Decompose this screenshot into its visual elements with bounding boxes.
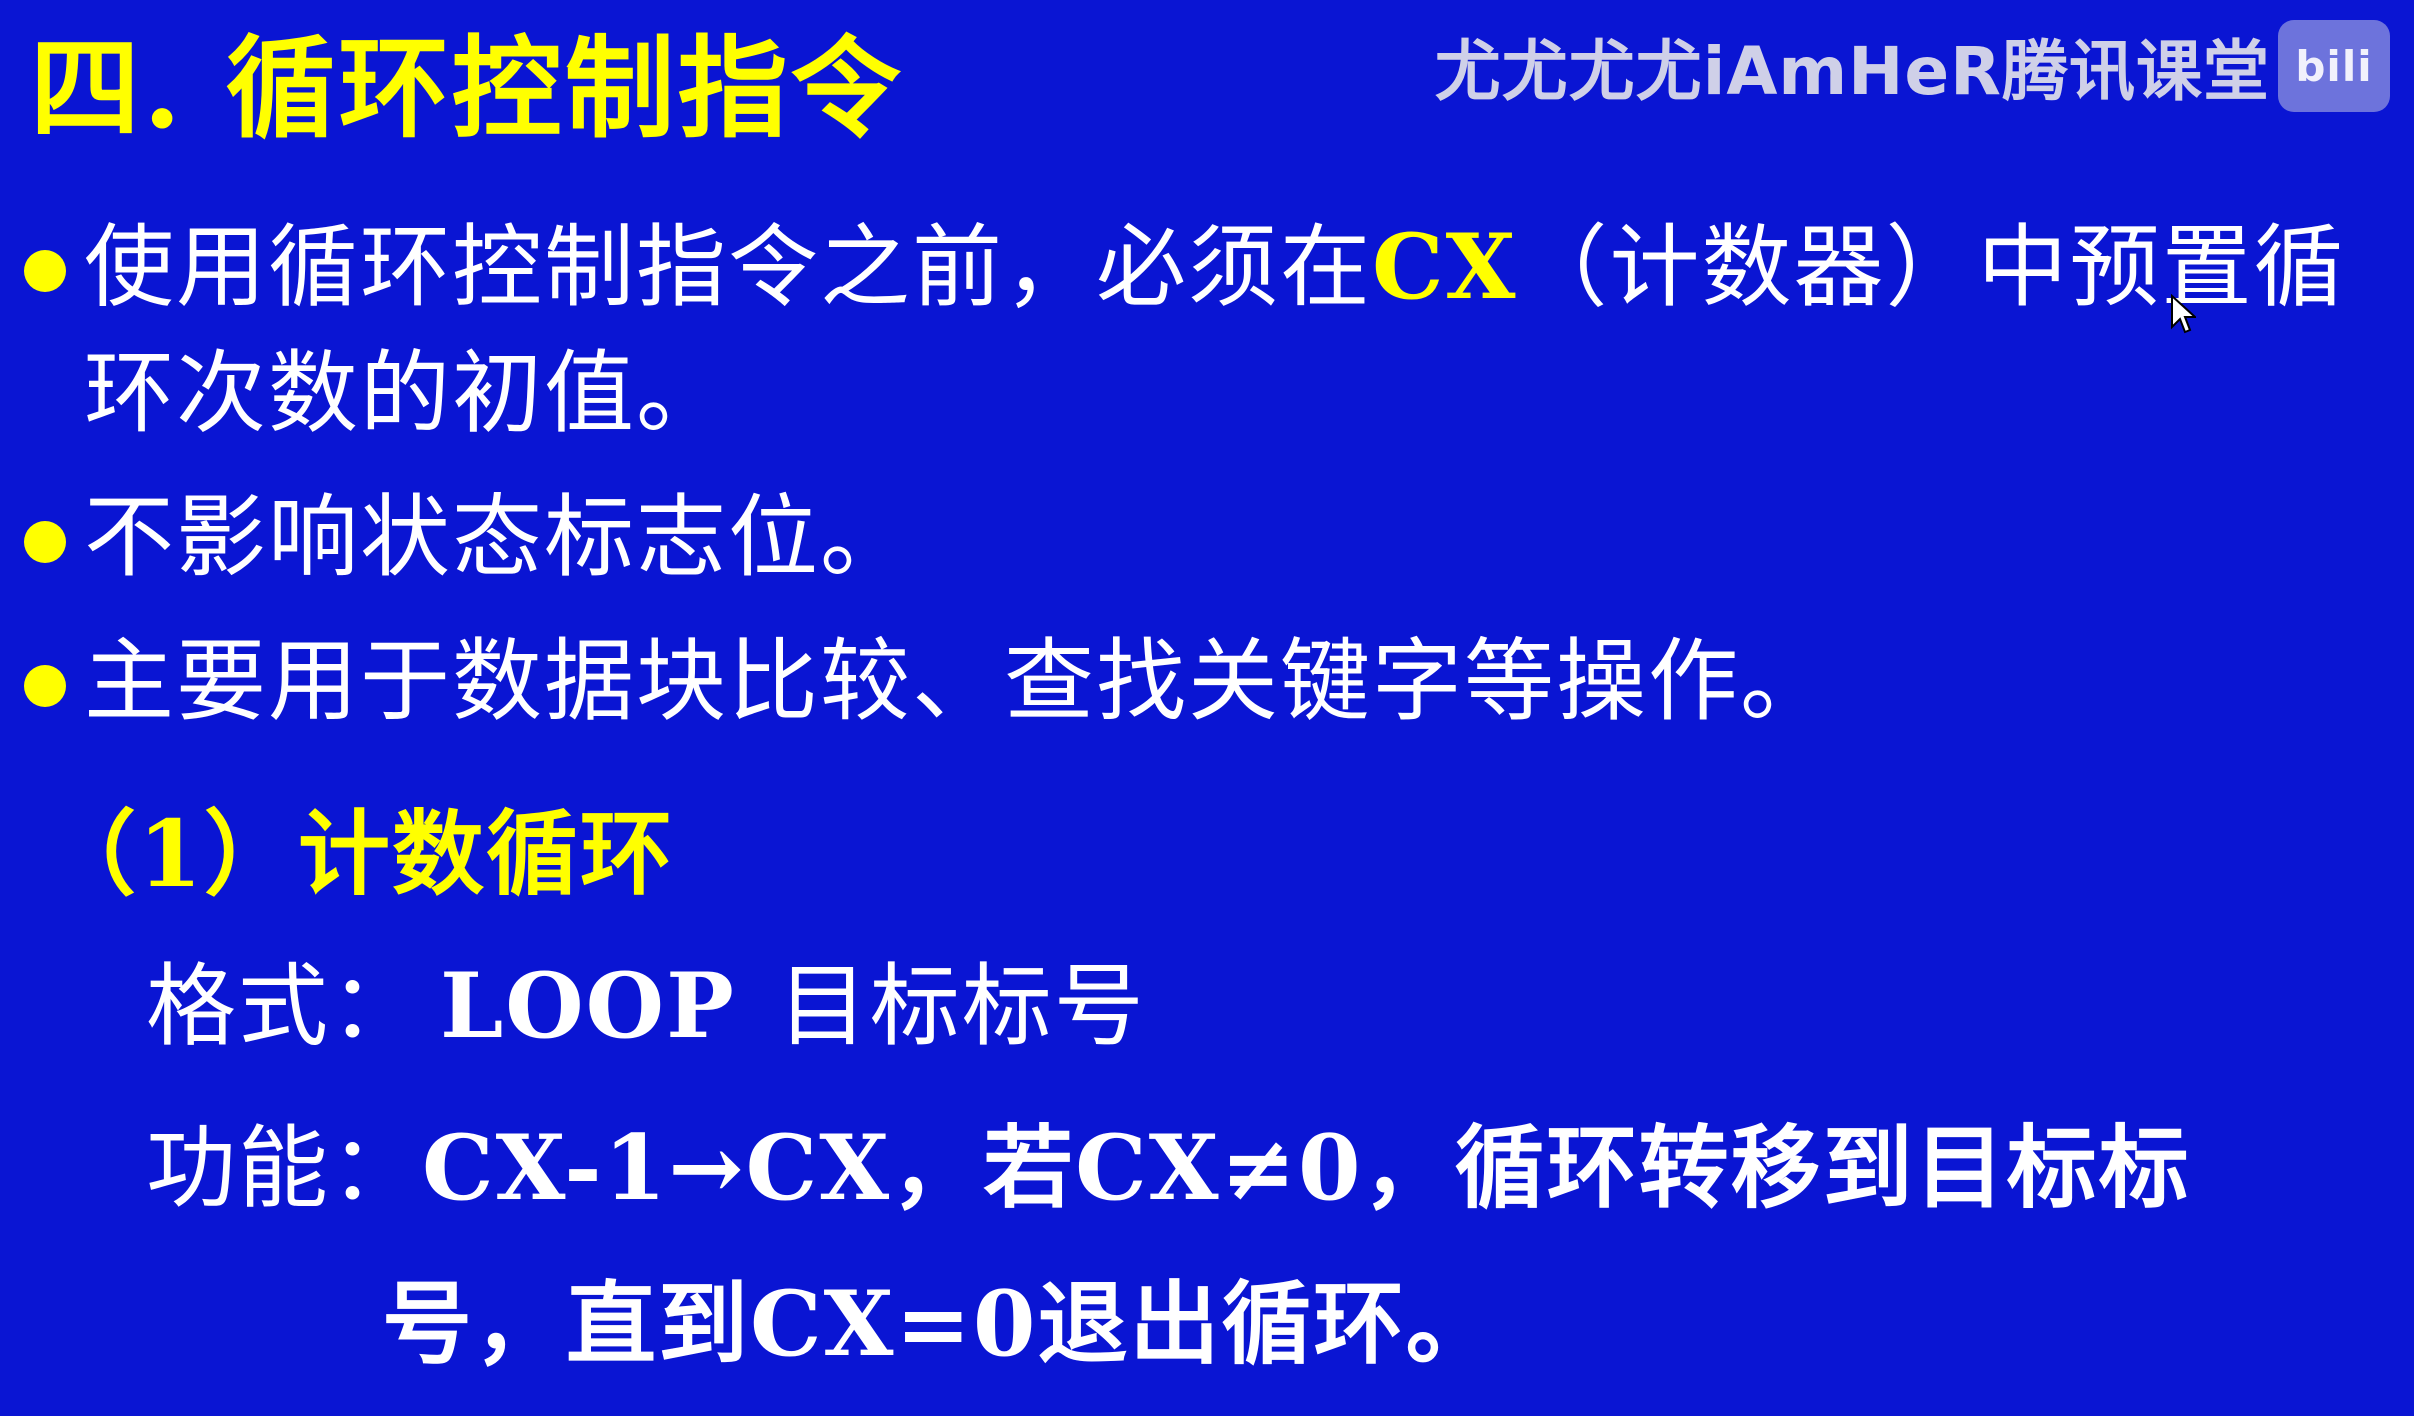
- format-line: 格式： LOOP 目标标号: [146, 952, 1146, 1061]
- bullet-dot-icon: [24, 250, 66, 292]
- slide-title: 四. 循环控制指令: [30, 24, 904, 153]
- bullet-item-3: 主要用于数据块比较、查找关键字等操作。: [24, 619, 2394, 745]
- format-label: 格式：: [146, 954, 422, 1059]
- function-line-2: 号，直到CX=0退出循环。: [382, 1271, 1498, 1377]
- bullet-1-cx: CX: [1372, 214, 1518, 320]
- bullet-item-1: 使用循环控制指令之前，必须在CX（计数器）中预置循环次数的初值。: [24, 204, 2394, 457]
- mouse-pointer-icon: [2171, 294, 2196, 334]
- bullet-list: 使用循环控制指令之前，必须在CX（计数器）中预置循环次数的初值。 不影响状态标志…: [24, 204, 2394, 763]
- format-operand: 目标标号: [777, 954, 1146, 1059]
- bullet-text-1: 使用循环控制指令之前，必须在CX（计数器）中预置循环次数的初值。: [84, 204, 2394, 457]
- bullet-item-2: 不影响状态标志位。: [24, 475, 2394, 601]
- function-continuation: 号，直到CX=0退出循环。: [382, 1270, 1498, 1379]
- function-label: 功能：: [146, 1116, 422, 1221]
- watermark: 尤尤尤尤iAmHeR腾讯课堂 bili: [1435, 18, 2390, 114]
- bilibili-logo-icon: bili: [2278, 20, 2390, 112]
- function-line-1: CX-1→CX，若CX≠0，循环转移到目标标: [422, 1115, 2191, 1221]
- bullet-1-prefix: 使用循环控制指令之前，必须在: [84, 215, 1372, 320]
- bullet-text-3: 主要用于数据块比较、查找关键字等操作。: [84, 629, 1832, 734]
- format-instruction: LOOP: [440, 953, 736, 1059]
- section-heading: （1）计数循环: [44, 800, 675, 908]
- function-line: 功能：CX-1→CX，若CX≠0，循环转移到目标标: [146, 1114, 2246, 1223]
- bullet-dot-icon: [24, 521, 66, 563]
- watermark-text: 尤尤尤尤iAmHeR腾讯课堂: [1434, 33, 2270, 110]
- bullet-text-2: 不影响状态标志位。: [84, 485, 912, 590]
- bullet-dot-icon: [24, 665, 66, 707]
